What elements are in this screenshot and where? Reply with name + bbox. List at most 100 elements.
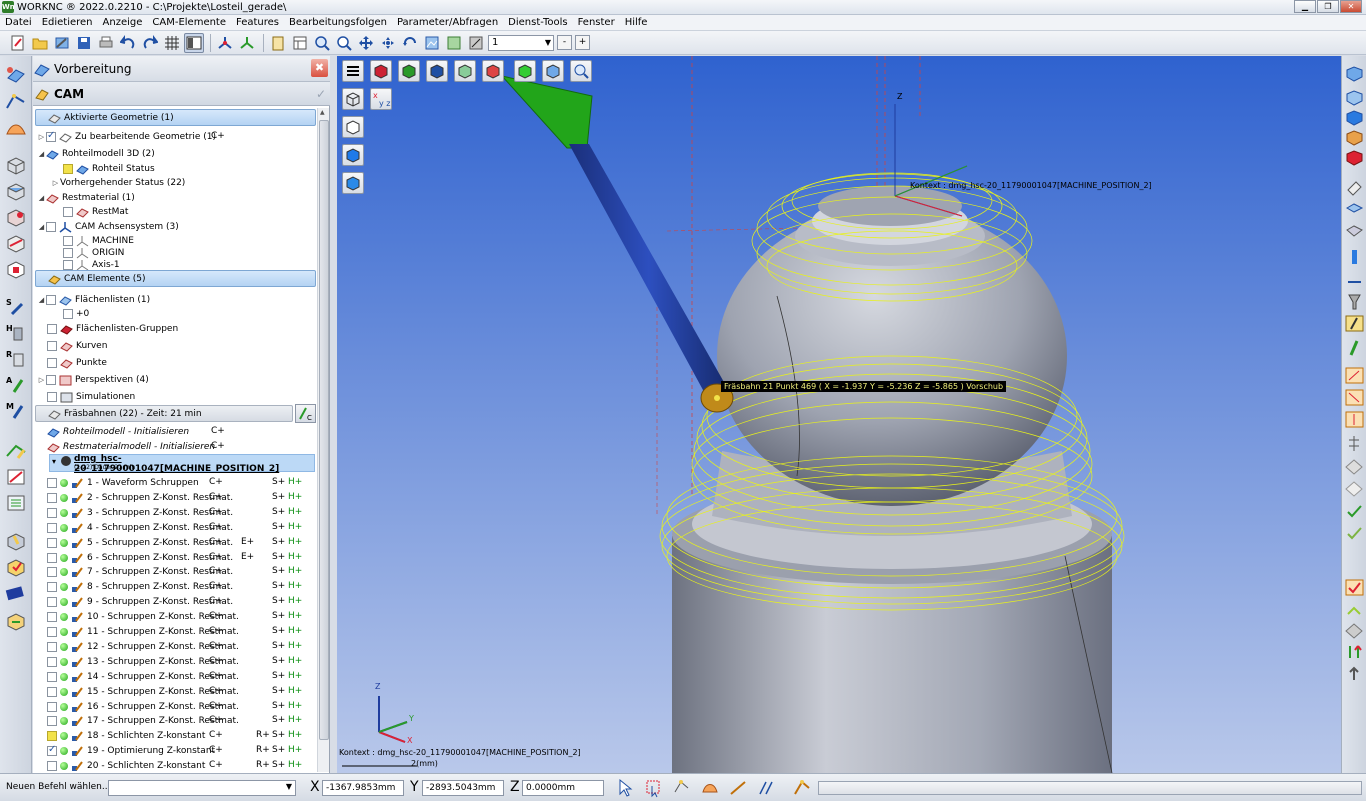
toolpath-row[interactable]: 2 - Schruppen Z-Konst. Restmat. [47,490,233,505]
visibility-checkbox[interactable] [63,206,73,217]
path-lime-icon[interactable] [1344,602,1365,621]
visibility-checkbox[interactable] [46,374,56,385]
surface-tool-icon[interactable] [4,118,28,140]
toolpath-cut-icon[interactable] [4,466,28,488]
diamond-2-icon[interactable] [1344,480,1365,499]
visibility-checkbox[interactable] [47,656,57,667]
block-section-icon[interactable] [4,258,28,280]
rotate-axis-icon[interactable] [400,33,420,53]
tree-row-restmaterialmodell-init[interactable]: Restmaterialmodell - Initialisieren [47,439,215,454]
menu-anzeige[interactable]: Anzeige [98,17,148,28]
tree-row-flaechenlisten-gruppen[interactable]: Flächenlisten-Gruppen [47,321,178,336]
layout-icon[interactable] [290,33,310,53]
minimize-button[interactable]: ▁ [1294,0,1316,13]
select-chain-icon[interactable] [672,778,692,798]
collapse-icon[interactable]: ◢ [37,150,46,158]
toolpath-row[interactable]: 6 - Schruppen Z-Konst. Restmat. [47,550,233,565]
toolpath-row[interactable]: 5 - Schruppen Z-Konst. Restmat. [47,535,233,550]
expand-icon[interactable]: ▷ [37,133,46,141]
tree-row-kurven[interactable]: Kurven [47,338,107,353]
block-top-icon[interactable] [4,180,28,202]
arrow-red-icon[interactable] [1344,642,1365,661]
visibility-checkbox[interactable] [47,626,57,637]
menu-parameter[interactable]: Parameter/Abfragen [392,17,503,28]
tree-row-restmat[interactable]: RestMat [63,204,128,219]
geometry-icon[interactable] [4,64,28,86]
x-coordinate-field[interactable]: -1367.9853mm [322,780,404,796]
view-zoom-button[interactable] [570,60,592,82]
shade-blue-button[interactable] [342,144,364,166]
tree-scrollbar[interactable]: ▲ [317,108,329,772]
visibility-checkbox[interactable] [63,259,73,270]
tree-row-cam-achsensystem[interactable]: ◢ CAM Achsensystem (3) [37,219,179,234]
menu-fenster[interactable]: Fenster [573,17,620,28]
collapse-icon[interactable]: ▾ [52,457,56,466]
ruler-icon[interactable] [1344,434,1365,453]
clipboard-icon[interactable] [268,33,288,53]
visibility-checkbox[interactable] [47,357,57,368]
tree-row-simulationen[interactable]: Simulationen [47,389,135,404]
select-parallel-icon[interactable] [756,778,776,798]
visibility-checkbox[interactable] [47,492,57,503]
path-check-icon[interactable] [1344,502,1365,521]
select-pointer-icon[interactable] [616,778,636,798]
visibility-checkbox[interactable] [63,163,73,174]
verify-icon[interactable] [4,556,28,578]
tool-yellow-icon[interactable] [1344,314,1365,333]
visibility-checkbox[interactable] [47,730,57,741]
menu-cam-elemente[interactable]: CAM-Elemente [147,17,231,28]
visibility-checkbox[interactable] [47,477,57,488]
view-combo[interactable]: 1 ▼ [488,34,554,51]
visibility-checkbox[interactable] [47,507,57,518]
visibility-checkbox[interactable] [47,537,57,548]
command-combo[interactable]: ▼ [108,780,296,796]
cube-front-icon[interactable] [1344,108,1365,127]
visibility-checkbox[interactable] [47,701,57,712]
scroll-up-icon[interactable]: ▲ [320,109,325,116]
panel-toggle-icon[interactable] [184,32,204,53]
visibility-checkbox[interactable] [63,247,73,258]
view-top-button[interactable] [426,60,448,82]
visibility-checkbox[interactable] [46,130,56,142]
diamond-icon[interactable] [1344,458,1365,477]
path-orange-2-icon[interactable] [1344,388,1365,407]
visibility-checkbox[interactable] [47,340,57,351]
eraser-icon[interactable] [1344,178,1365,197]
visibility-checkbox[interactable] [47,522,57,533]
view-front-button[interactable] [370,60,392,82]
tree-row-perspektiven[interactable]: ▷ Perspektiven (4) [37,372,149,387]
toolpath-row[interactable]: 19 - Optimierung Z-konstant [47,743,215,758]
menu-edietieren[interactable]: Edietieren [37,17,98,28]
expand-icon[interactable]: ▷ [37,376,46,384]
menu-hilfe[interactable]: Hilfe [620,17,653,28]
undo-icon[interactable] [118,33,138,53]
collapse-icon[interactable]: ◢ [37,194,46,202]
section-aktivierte-geometrie[interactable]: Aktivierte Geometrie (1) [35,109,316,126]
collapse-icon[interactable]: ◢ [37,296,46,304]
3d-viewport[interactable]: xy z Kontext : dmg_hsc-20_11790001047[MA… [337,56,1341,773]
open-folder-icon[interactable] [30,33,50,53]
picture-icon[interactable] [444,33,464,53]
visibility-checkbox[interactable] [46,294,56,305]
simulate-icon[interactable] [4,530,28,552]
tree-row-plus0[interactable]: +0 [63,306,89,321]
collapse-icon[interactable]: ◢ [37,223,46,231]
cube-color-icon[interactable] [1344,148,1365,167]
view-back-button[interactable] [482,60,504,82]
holder-icon[interactable] [1344,292,1365,311]
save-icon[interactable] [74,33,94,53]
toolpath-row[interactable]: 3 - Schruppen Z-Konst. Restmat. [47,505,233,520]
z-coordinate-field[interactable]: 0.0000mm [522,780,604,796]
measure-icon[interactable] [466,33,486,53]
redo-icon[interactable] [140,33,160,53]
new-icon[interactable] [8,33,28,53]
tag-icon[interactable] [1344,222,1365,241]
rotate-icon[interactable] [378,33,398,53]
h-tool-icon[interactable]: H [4,322,28,344]
visibility-checkbox[interactable] [63,308,73,319]
visibility-checkbox[interactable] [47,760,57,771]
block-view-icon[interactable] [4,154,28,176]
view-bottom-button[interactable] [542,60,564,82]
visibility-checkbox[interactable] [47,581,57,592]
toolpath-edit-icon[interactable] [4,440,28,462]
